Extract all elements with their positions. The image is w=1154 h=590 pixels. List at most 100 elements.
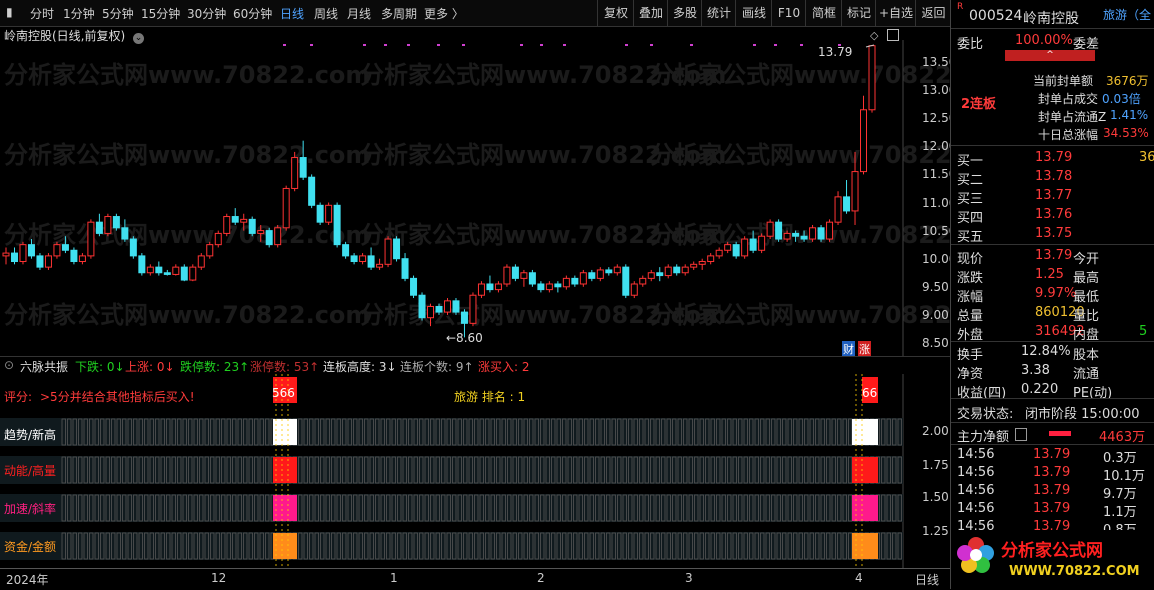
candle-body [520, 272, 528, 279]
indicator-name[interactable]: 六脉共振 [20, 358, 68, 375]
candle-body [809, 227, 817, 240]
collapse-icon[interactable]: ⊙ [4, 358, 14, 372]
indicator-signal-block [852, 495, 878, 521]
period-multi[interactable]: 多周期 [381, 5, 417, 22]
button-f10[interactable]: F10 [771, 0, 806, 26]
button-jiankuang[interactable]: 简框 [805, 0, 842, 26]
candle-body [452, 300, 460, 313]
button-add-watchlist[interactable]: +自选 [875, 0, 916, 26]
period-monthly[interactable]: 月线 [347, 5, 371, 22]
tick-time: 14:56 [957, 465, 995, 480]
quote-value: 1.25 [1035, 267, 1064, 282]
r-mark: R [957, 2, 964, 12]
stat-streak-height: 连板高度: 3↓ [323, 360, 397, 374]
candle-body [724, 244, 732, 251]
candle-body [605, 269, 613, 274]
row-label-funds: 资金/金额 [4, 540, 57, 554]
flower-logo-icon [957, 536, 995, 574]
stock-name: 岭南控股 [1023, 11, 1079, 27]
quote-value: 12.84% [1021, 344, 1071, 359]
button-tongji[interactable]: 统计 [701, 0, 736, 26]
button-back[interactable]: 返回 [915, 0, 951, 26]
signal-dot [774, 44, 777, 46]
seal-value-3: 34.53% [1103, 126, 1149, 140]
candle-body [656, 272, 664, 277]
candle-body [537, 283, 545, 291]
limit-up-badge[interactable]: 涨 [858, 341, 871, 357]
button-biaoji[interactable]: 标记 [841, 0, 876, 26]
signal-dot [363, 44, 366, 46]
button-huaxian[interactable]: 画线 [735, 0, 772, 26]
seal-label-0: 当前封单额 [1033, 74, 1094, 88]
signal-dot [384, 44, 387, 46]
candle-body [121, 227, 129, 240]
list-icon[interactable] [1015, 428, 1027, 441]
candle-body [36, 255, 44, 268]
candle-body [129, 238, 137, 257]
period-60min[interactable]: 60分钟 [233, 5, 272, 22]
quote-label: 最低 [1073, 290, 1100, 305]
expand-chevron-icon[interactable]: ^ [1005, 50, 1095, 61]
button-fuquan[interactable]: 复权 [597, 0, 634, 26]
finance-badge[interactable]: 财 [842, 341, 855, 357]
bid-price: 13.78 [1035, 169, 1073, 184]
candle-body [588, 272, 596, 279]
quote-value: 9.97% [1035, 286, 1077, 301]
x-tick: 3 [685, 571, 693, 585]
seal-value-0: 3676万 [1106, 74, 1149, 88]
candle-body [376, 263, 384, 268]
low-price-label: ←8.60 [446, 331, 483, 345]
period-more[interactable]: 更多 〉 [424, 5, 464, 22]
x-tick: 4 [855, 571, 863, 585]
period-5min[interactable]: 5分钟 [102, 5, 134, 22]
candle-body [800, 235, 808, 240]
period-1min[interactable]: 1分钟 [63, 5, 95, 22]
signal-dot [437, 44, 440, 46]
candle-body [622, 266, 630, 296]
candle-body [469, 294, 477, 324]
quote-label: 最高 [1073, 271, 1100, 286]
candle-body [749, 238, 757, 251]
period-daily[interactable]: 日线 [280, 5, 304, 22]
candle-body [443, 300, 451, 313]
tick-time: 14:56 [957, 483, 995, 498]
candle-body [486, 283, 494, 291]
menu-icon[interactable]: ▮ [6, 5, 13, 19]
period-indicator[interactable]: 日线 [915, 571, 939, 588]
rank-text: 旅游 排名 : 1 [454, 390, 526, 404]
candle-body [291, 157, 299, 189]
candle-body [851, 171, 859, 212]
signal-dot [310, 44, 313, 46]
button-diejia[interactable]: 叠加 [633, 0, 668, 26]
quote-label: 总量 [957, 309, 984, 324]
row-label-momentum: 动能/高量 [4, 464, 57, 478]
button-duogu[interactable]: 多股 [667, 0, 702, 26]
period-weekly[interactable]: 周线 [314, 5, 338, 22]
quote-label: 涨跌 [957, 271, 984, 286]
candle-body [673, 266, 681, 274]
row-label-trend: 趋势/新高 [4, 428, 57, 442]
tick-price: 13.79 [1033, 465, 1071, 480]
candle-body [189, 266, 197, 281]
candlestick-chart[interactable] [0, 40, 950, 356]
ind-y-tick: 1.75 [922, 458, 949, 472]
signal-dot [650, 44, 653, 46]
net-flow-bar [1049, 431, 1071, 436]
candle-body [826, 221, 834, 240]
candle-body [758, 235, 766, 251]
candle-body [248, 218, 256, 234]
stat-limit-up: 涨停数: 53↑ [250, 360, 320, 374]
sector-link[interactable]: 旅游（全 [1103, 6, 1151, 23]
signal-dot [625, 44, 628, 46]
stat-buy: 涨买入: 2 [478, 360, 530, 374]
candle-body [95, 221, 103, 234]
seal-label-2: 封单占流通Z [1038, 110, 1107, 124]
period-30min[interactable]: 30分钟 [187, 5, 226, 22]
time-axis: 2024年 12 1 2 3 4 日线 [0, 568, 950, 590]
x-tick: 2024年 [6, 573, 49, 587]
period-15min[interactable]: 15分钟 [141, 5, 180, 22]
period-fenshi[interactable]: 分时 [30, 5, 54, 22]
ind-y-tick: 1.25 [922, 524, 949, 538]
candle-body [214, 232, 222, 246]
candle-body [325, 204, 333, 223]
